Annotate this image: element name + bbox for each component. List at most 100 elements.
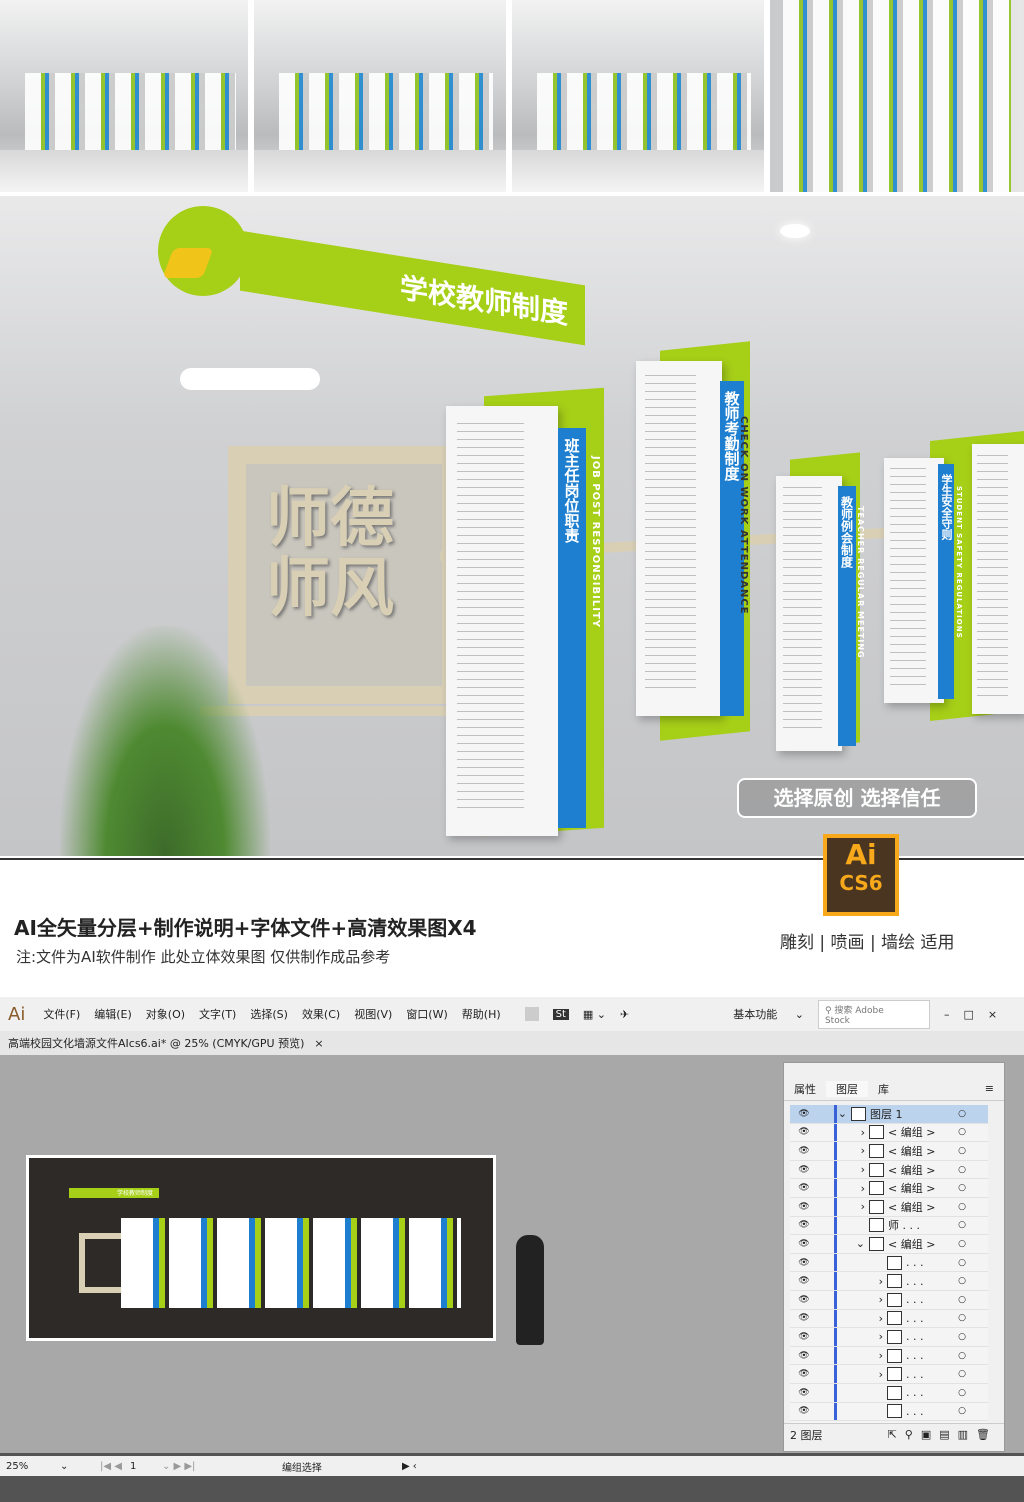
target-icon[interactable]: ○ <box>958 1239 966 1249</box>
tab-libraries[interactable]: 库 <box>868 1081 899 1097</box>
layer-row[interactable]: 👁 › < 编组 > ○ <box>790 1123 988 1143</box>
page-nav-icons[interactable]: ⌄ ▶ ▶| <box>162 1461 282 1472</box>
target-icon[interactable]: ○ <box>958 1351 966 1361</box>
expand-chevron-icon[interactable]: › <box>837 1312 887 1325</box>
zoom-select[interactable]: 25% <box>0 1461 60 1472</box>
layer-row[interactable]: 👁 › . . . ○ <box>790 1290 988 1310</box>
eye-icon[interactable]: 👁 <box>790 1258 818 1268</box>
layer-row[interactable]: 👁 › . . . ○ <box>790 1346 988 1366</box>
first-page-icon[interactable]: |◀ ◀ <box>100 1461 122 1472</box>
stock-search-input[interactable]: ⚲ 搜索 Adobe Stock <box>817 999 930 1029</box>
menu-type[interactable]: 文字(T) <box>199 1006 236 1022</box>
menu-select[interactable]: 选择(S) <box>250 1006 288 1022</box>
target-icon[interactable]: ○ <box>958 1165 966 1175</box>
minimize-button[interactable]: – <box>944 1008 950 1021</box>
close-button[interactable]: × <box>988 1008 997 1021</box>
eye-icon[interactable]: 👁 <box>790 1183 818 1193</box>
layer-row[interactable]: 👁 . . . ○ <box>790 1402 988 1422</box>
panel-menu-icon[interactable]: ≡ <box>975 1082 1004 1095</box>
expand-chevron-icon[interactable]: ⌄ <box>837 1237 869 1250</box>
target-icon[interactable]: ○ <box>958 1388 966 1398</box>
stock-icon[interactable]: St <box>552 1008 569 1020</box>
layer-row[interactable]: 👁 › < 编组 > ○ <box>790 1160 988 1180</box>
expand-chevron-icon[interactable]: › <box>837 1275 887 1288</box>
info-band: AI全矢量分层+制作说明+字体文件+高清效果图X4 注:文件为AI软件制作 此处… <box>0 834 1024 996</box>
eye-icon[interactable]: 👁 <box>790 1276 818 1286</box>
eye-icon[interactable]: 👁 <box>790 1351 818 1361</box>
eye-icon[interactable]: 👁 <box>790 1127 818 1137</box>
menu-help[interactable]: 帮助(H) <box>462 1006 501 1022</box>
layer-row[interactable]: 👁 ⌄ 图层 1 ○ <box>790 1105 988 1124</box>
expand-chevron-icon[interactable]: › <box>837 1163 869 1176</box>
bridge-icon[interactable] <box>524 1007 539 1021</box>
original-badge: 选择原创 选择信任 <box>737 778 977 818</box>
eye-icon[interactable]: 👁 <box>790 1388 818 1398</box>
target-icon[interactable]: ○ <box>958 1258 966 1268</box>
layer-row[interactable]: 👁 › < 编组 > ○ <box>790 1179 988 1198</box>
eye-icon[interactable]: 👁 <box>790 1239 818 1249</box>
target-icon[interactable]: ○ <box>958 1276 966 1286</box>
eye-icon[interactable]: 👁 <box>790 1313 818 1323</box>
target-icon[interactable]: ○ <box>958 1146 966 1156</box>
menu-object[interactable]: 对象(O) <box>146 1006 185 1022</box>
target-icon[interactable]: ○ <box>958 1183 966 1193</box>
layer-row[interactable]: 👁 . . . ○ <box>790 1383 988 1403</box>
target-icon[interactable]: ○ <box>958 1369 966 1379</box>
menu-view[interactable]: 视图(V) <box>354 1006 392 1022</box>
expand-chevron-icon[interactable]: ⌄ <box>837 1107 851 1120</box>
expand-chevron-icon[interactable]: › <box>837 1330 887 1343</box>
eye-icon[interactable]: 👁 <box>790 1369 818 1379</box>
layer-row[interactable]: 👁 › . . . ○ <box>790 1309 988 1329</box>
page-input[interactable]: 1 <box>122 1461 162 1472</box>
layer-row[interactable]: 👁 › . . . ○ <box>790 1272 988 1291</box>
layer-row[interactable]: 👁 . . . ○ <box>790 1253 988 1273</box>
layer-row[interactable]: 👁 › . . . ○ <box>790 1365 988 1384</box>
gpu-icon[interactable]: ✈ <box>620 1008 629 1021</box>
target-icon[interactable]: ○ <box>958 1406 966 1416</box>
layer-row[interactable]: 👁 › < 编组 > ○ <box>790 1197 988 1217</box>
target-icon[interactable]: ○ <box>958 1295 966 1305</box>
eye-icon[interactable]: 👁 <box>790 1165 818 1175</box>
workspace-switcher[interactable]: 基本功能 ⌄ <box>733 1006 804 1022</box>
eye-icon[interactable]: 👁 <box>790 1406 818 1416</box>
menu-file[interactable]: 文件(F) <box>43 1006 80 1022</box>
target-icon[interactable]: ○ <box>958 1202 966 1212</box>
eye-icon[interactable]: 👁 <box>790 1295 818 1305</box>
expand-chevron-icon[interactable]: › <box>837 1349 887 1362</box>
eye-icon[interactable]: 👁 <box>790 1332 818 1342</box>
target-icon[interactable]: ○ <box>958 1332 966 1342</box>
layer-row[interactable]: 👁 › < 编组 > ○ <box>790 1142 988 1161</box>
eye-icon[interactable]: 👁 <box>790 1109 818 1119</box>
target-icon[interactable]: ○ <box>958 1127 966 1137</box>
eye-icon[interactable]: 👁 <box>790 1202 818 1212</box>
expand-chevron-icon[interactable]: › <box>837 1293 887 1306</box>
layer-row[interactable]: 👁 师 . . . ○ <box>790 1216 988 1236</box>
target-icon[interactable]: ○ <box>958 1220 966 1230</box>
expand-chevron-icon[interactable]: › <box>837 1200 869 1213</box>
artboard[interactable]: 学校教师制度 <box>26 1155 496 1341</box>
tab-properties[interactable]: 属性 <box>784 1081 826 1097</box>
layer-row[interactable]: 👁 › . . . ○ <box>790 1328 988 1347</box>
tab-layers[interactable]: 图层 <box>826 1080 868 1097</box>
maximize-button[interactable]: □ <box>963 1008 973 1021</box>
menu-edit[interactable]: 编辑(E) <box>94 1006 132 1022</box>
layer-actions[interactable]: ⇱⚲▣▤▥🗑 <box>888 1428 998 1441</box>
arrange-icon[interactable]: ▦ ⌄ <box>583 1008 606 1021</box>
layer-row[interactable]: 👁 ⌄ < 编组 > ○ <box>790 1235 988 1254</box>
expand-chevron-icon[interactable]: › <box>837 1182 869 1195</box>
expand-chevron-icon[interactable]: › <box>837 1126 869 1139</box>
eye-icon[interactable]: 👁 <box>790 1146 818 1156</box>
eye-icon[interactable]: 👁 <box>790 1220 818 1230</box>
layer-name: . . . <box>906 1386 924 1400</box>
menu-window[interactable]: 窗口(W) <box>406 1006 447 1022</box>
target-icon[interactable]: ○ <box>958 1109 966 1119</box>
zoom-dropdown-icon[interactable]: ⌄ <box>60 1461 100 1472</box>
document-close-icon[interactable]: × <box>314 1037 323 1050</box>
expand-chevron-icon[interactable]: › <box>837 1368 887 1381</box>
school-logo <box>158 206 248 296</box>
document-tab[interactable]: 高端校园文化墙源文件AIcs6.ai* @ 25% (CMYK/GPU 预览) … <box>0 1031 1024 1055</box>
expand-chevron-icon[interactable]: › <box>837 1144 869 1157</box>
status-menu-icon[interactable]: ▶ ‹ <box>402 1461 417 1472</box>
target-icon[interactable]: ○ <box>958 1313 966 1323</box>
menu-effect[interactable]: 效果(C) <box>302 1006 340 1022</box>
